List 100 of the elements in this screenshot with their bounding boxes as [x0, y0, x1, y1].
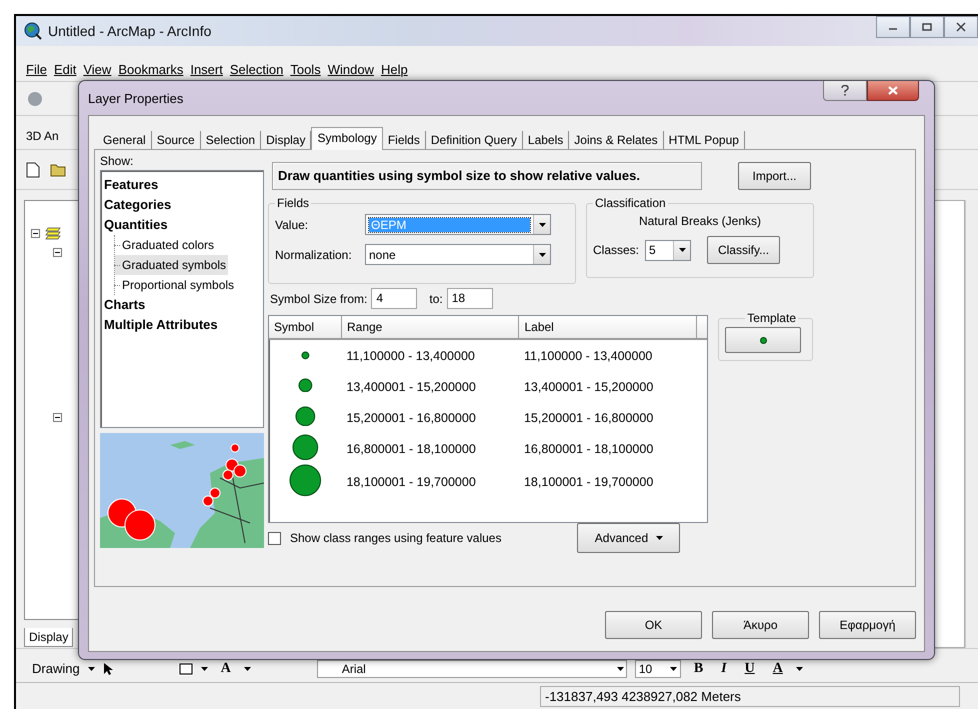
new-document-icon[interactable] [26, 162, 40, 178]
caret-icon [244, 666, 251, 670]
caret-icon [678, 248, 686, 252]
dialog-button[interactable]: Άκυρο [712, 611, 809, 639]
menu-item[interactable]: File [26, 62, 47, 77]
menu-item[interactable]: Tools [290, 62, 321, 77]
classify-button[interactable]: Classify... [707, 236, 780, 264]
label-cell-text: 16,800001 - 18,100000 [522, 440, 654, 458]
menu-item[interactable]: Insert [190, 62, 223, 77]
column-header[interactable]: Range [341, 316, 519, 339]
menu-item[interactable]: Bookmarks [118, 62, 184, 77]
tree-item[interactable]: Charts [104, 297, 146, 312]
input-field[interactable]: 4 [371, 288, 418, 309]
advanced-button[interactable]: Advanced [577, 523, 680, 553]
field-label: Normalization: [275, 248, 353, 262]
collapse-icon[interactable] [53, 248, 62, 257]
range-cell-text: 16,800001 - 18,100000 [345, 440, 477, 458]
input-field[interactable]: 18 [446, 288, 493, 309]
font-color-button[interactable]: A [768, 660, 788, 676]
maximize-button[interactable] [910, 16, 944, 38]
field-label: Value: [275, 218, 310, 232]
dot-icon [294, 406, 316, 426]
group-title: Classification [594, 196, 667, 210]
caret-icon [538, 222, 546, 226]
import-button[interactable]: Import... [738, 162, 811, 190]
caret-icon [88, 666, 95, 670]
range-cell-text: 13,400001 - 15,200000 [345, 378, 477, 396]
tree-item[interactable]: Multiple Attributes [104, 317, 218, 332]
collapse-icon[interactable] [53, 413, 62, 422]
folder-icon[interactable] [50, 162, 66, 176]
range-cell-text: 18,100001 - 19,700000 [345, 474, 477, 491]
tab[interactable]: Symbology [311, 127, 383, 150]
rectangle-icon[interactable] [178, 662, 193, 674]
menu-item[interactable]: Window [328, 62, 374, 77]
field-label: Symbol Size from: [270, 292, 368, 306]
help-icon [841, 85, 849, 96]
description-text: Draw quantities using symbol size to show relative values. [272, 162, 702, 190]
help-button[interactable] [823, 81, 867, 101]
layers-icon [45, 226, 61, 240]
bold-button[interactable]: B [688, 660, 708, 676]
close-button[interactable] [867, 81, 919, 101]
field-label: Classes: [593, 243, 640, 257]
normalization-dropdown[interactable]: none [365, 244, 551, 265]
caret-icon [796, 666, 803, 670]
underline-button[interactable]: U [740, 660, 760, 676]
tree-item[interactable]: Graduated colors [115, 235, 216, 255]
tree-item[interactable]: Proportional symbols [115, 275, 236, 295]
classes-dropdown[interactable]: 5 [645, 240, 692, 260]
group-title: Template [746, 311, 797, 325]
pointer-icon[interactable] [102, 662, 113, 676]
field-label: to: [429, 292, 443, 306]
caret-icon [616, 666, 624, 670]
caret-icon [656, 536, 664, 540]
tree-item[interactable]: Quantities [104, 217, 168, 232]
close-icon [888, 86, 898, 95]
display-tab[interactable]: Display [24, 628, 74, 646]
collapse-icon[interactable] [31, 229, 40, 238]
caret-icon [538, 252, 546, 256]
italic-button[interactable]: I [716, 660, 732, 676]
menu-item[interactable]: Edit [54, 62, 76, 77]
menu-item[interactable]: Help [380, 62, 408, 77]
tree-item[interactable]: Categories [104, 197, 172, 212]
maximize-icon [921, 22, 933, 32]
dialog-button[interactable]: Εφαρμογή [819, 611, 916, 639]
coordinates-display: -131837,493 4238927,082 Meters [540, 686, 960, 706]
app-logo-icon [24, 22, 42, 40]
toolbar-label: 3D An [26, 129, 59, 143]
show-label: Show: [100, 154, 134, 168]
dialog-button[interactable]: OK [605, 611, 702, 639]
method-text: Natural Breaks (Jenks) [638, 214, 762, 228]
window-title: Untitled - ArcMap - ArcInfo [48, 23, 212, 39]
checkbox[interactable] [268, 532, 281, 544]
label-cell: 11,100000 - 13,400000 [518, 339, 696, 371]
menu-item[interactable]: View [83, 62, 112, 77]
dot-icon [760, 336, 766, 344]
label-cell-text: 13,400001 - 15,200000 [522, 378, 654, 396]
font-dropdown[interactable]: Arial [316, 660, 627, 678]
dot-icon [292, 434, 319, 460]
close-icon [955, 22, 967, 32]
column-header[interactable]: Symbol [269, 316, 342, 339]
range-cell: 11,100000 - 13,400000 [341, 339, 519, 371]
close-button[interactable] [944, 16, 978, 38]
font-size-dropdown[interactable]: 10 [634, 660, 681, 678]
checkbox-label: Show class ranges using feature values [290, 531, 502, 545]
group-title: Fields [276, 196, 310, 210]
tree-item[interactable]: Graduated symbols [115, 255, 228, 275]
dot-icon [298, 378, 313, 392]
text-tool[interactable]: A [216, 660, 236, 676]
range-cell-text: 15,200001 - 16,800000 [345, 410, 477, 426]
label-cell-text: 15,200001 - 16,800000 [522, 410, 654, 426]
menu-item[interactable]: Selection [230, 62, 284, 77]
template-button[interactable] [725, 327, 801, 353]
tree-item[interactable]: Features [104, 177, 158, 192]
caret-icon [670, 666, 677, 670]
dot-icon [288, 464, 322, 497]
dot-icon [300, 350, 310, 360]
column-header[interactable]: Label [518, 316, 696, 339]
caret-icon [200, 666, 208, 670]
dialog-title: Layer Properties [88, 90, 184, 106]
drawing-menu[interactable]: Drawing [32, 661, 80, 676]
